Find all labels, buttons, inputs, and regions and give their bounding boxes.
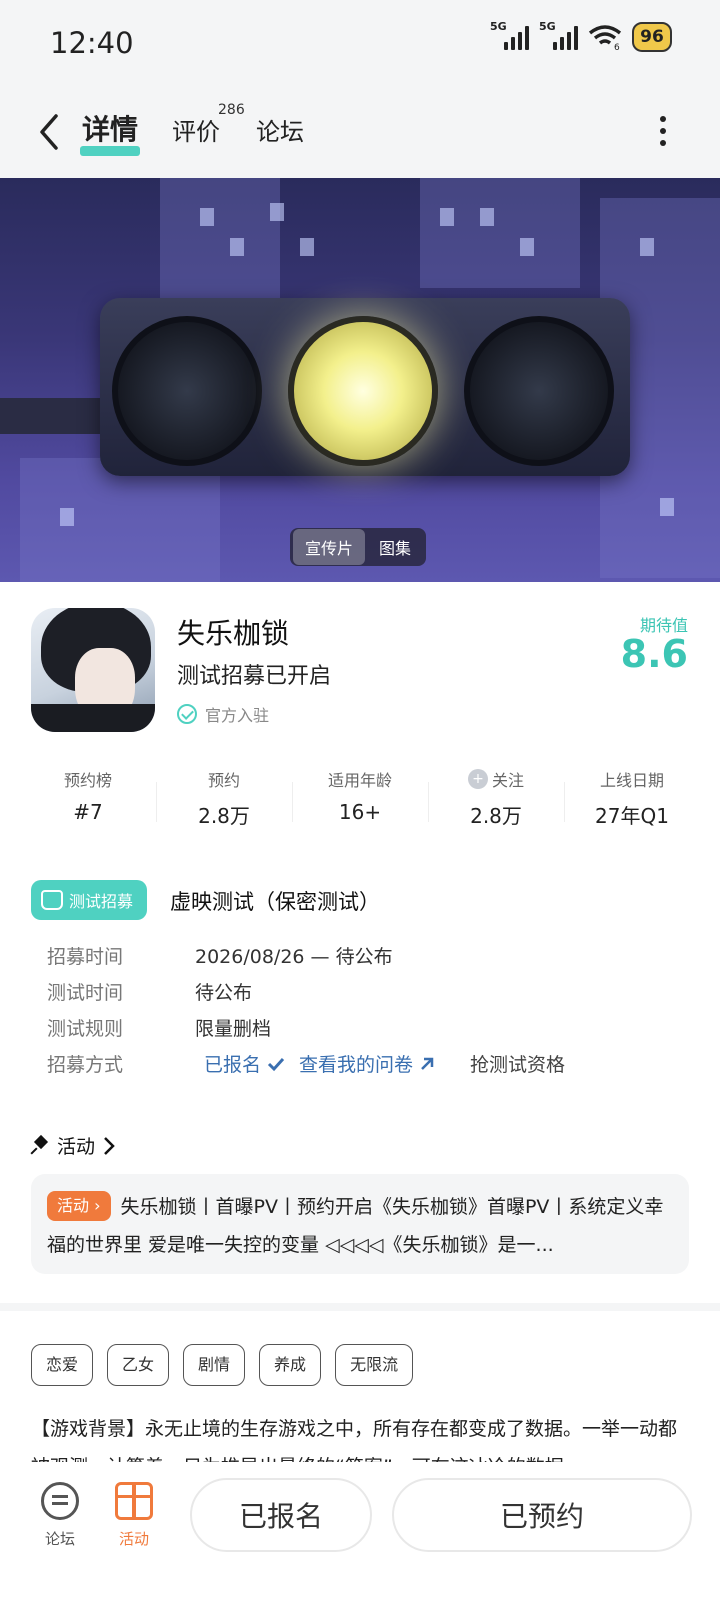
reserved-button[interactable]: 已预约 bbox=[392, 1478, 692, 1552]
stat-release-date: 上线日期 27年Q1 bbox=[564, 768, 700, 829]
signal-icon: 5G bbox=[490, 20, 529, 50]
wifi-icon: 6 bbox=[588, 25, 622, 50]
score-value: 8.6 bbox=[620, 632, 688, 676]
bottom-bar: 论坛 活动 已报名 已预约 bbox=[0, 1462, 720, 1602]
external-arrow-icon bbox=[421, 1057, 434, 1070]
check-icon bbox=[267, 1057, 285, 1071]
tab-forum[interactable]: 论坛 bbox=[256, 112, 304, 147]
recruit-badge: 测试招募 bbox=[31, 880, 148, 920]
activity-text: 失乐枷锁丨首曝PV丨预约开启《失乐枷锁》首曝PV丨系统定义幸福的世界里 爱是唯一… bbox=[47, 1196, 664, 1256]
tag-otome[interactable]: 乙女 bbox=[107, 1344, 170, 1386]
recruit-time-value: 2026/08/26 — 待公布 bbox=[195, 946, 393, 968]
view-questionnaire-link[interactable]: 查看我的问卷 bbox=[299, 1050, 435, 1077]
tab-gallery[interactable]: 图集 bbox=[367, 529, 423, 565]
hero-media[interactable] bbox=[0, 178, 720, 582]
pin-icon bbox=[31, 1137, 49, 1155]
game-description: 【游戏背景】永无止境的生存游戏之中，所有存在都变成了数据。一举一动都被观测、计算… bbox=[31, 1418, 678, 1470]
status-icons: 5G 5G 6 96 bbox=[490, 20, 672, 52]
svg-text:6: 6 bbox=[614, 43, 620, 50]
bottom-activity[interactable]: 活动 bbox=[104, 1482, 164, 1549]
stat-age: 适用年龄 16+ bbox=[292, 768, 428, 829]
stats-row: 预约榜 #7 预约 2.8万 适用年龄 16+ + 关注 2.8万 上线日期 27年Q1 bbox=[20, 768, 700, 829]
battery-icon: 96 bbox=[632, 22, 672, 52]
heart-plus-icon: + bbox=[467, 769, 488, 789]
reviews-count: 286 bbox=[218, 102, 245, 118]
tag-story[interactable]: 剧情 bbox=[183, 1344, 246, 1386]
game-app-icon bbox=[31, 608, 155, 732]
tab-reviews[interactable]: 评价 bbox=[172, 112, 220, 147]
stat-rank[interactable]: 预约榜 #7 bbox=[20, 768, 156, 829]
signed-up-button[interactable]: 已报名 bbox=[190, 1478, 372, 1552]
recruit-method-label: 招募方式 bbox=[47, 1054, 124, 1076]
test-time-value: 待公布 bbox=[195, 982, 253, 1004]
game-title: 失乐枷锁 bbox=[177, 617, 290, 650]
tag-romance[interactable]: 恋爱 bbox=[31, 1344, 94, 1386]
activity-card[interactable]: 活动 › 失乐枷锁丨首曝PV丨预约开启《失乐枷锁》首曝PV丨系统定义幸福的世界里 … bbox=[31, 1174, 689, 1274]
recruit-title: 虚映测试（保密测试） bbox=[170, 890, 380, 914]
media-switch: 宣传片 图集 bbox=[290, 528, 427, 566]
top-nav: 详情 评价 286 论坛 bbox=[0, 88, 720, 178]
recruit-time-label: 招募时间 bbox=[47, 946, 124, 968]
verified-check-icon bbox=[177, 704, 197, 724]
grab-qualification-link[interactable]: 抢测试资格 bbox=[470, 1050, 565, 1077]
back-arrow-icon[interactable] bbox=[34, 110, 64, 154]
traffic-light-image bbox=[100, 298, 630, 476]
status-bar: 12:40 5G 5G 6 96 bbox=[0, 0, 720, 88]
section-divider bbox=[0, 1303, 720, 1311]
test-time-label: 测试时间 bbox=[47, 982, 124, 1004]
game-subtitle: 测试招募已开启 bbox=[177, 664, 332, 689]
activity-header[interactable]: 活动 bbox=[31, 1132, 115, 1159]
clock: 12:40 bbox=[50, 26, 134, 60]
more-options-icon[interactable] bbox=[660, 116, 666, 152]
activity-tag: 活动 › bbox=[47, 1191, 111, 1221]
stat-reservations: 预约 2.8万 bbox=[156, 768, 292, 829]
tab-trailer[interactable]: 宣传片 bbox=[293, 529, 366, 565]
official-badge: 官方入驻 bbox=[177, 702, 269, 726]
signed-up-link[interactable]: 已报名 bbox=[204, 1050, 285, 1077]
tag-nurture[interactable]: 养成 bbox=[259, 1344, 322, 1386]
test-icon bbox=[41, 890, 63, 910]
signal-icon: 5G bbox=[539, 20, 578, 50]
tag-infinite[interactable]: 无限流 bbox=[335, 1344, 414, 1386]
bottom-forum[interactable]: 论坛 bbox=[30, 1482, 90, 1549]
tab-details[interactable]: 详情 bbox=[82, 108, 138, 148]
chevron-right-icon bbox=[104, 1136, 115, 1155]
genre-tags: 恋爱 乙女 剧情 养成 无限流 bbox=[31, 1344, 414, 1386]
test-rule-value: 限量删档 bbox=[195, 1018, 272, 1040]
stat-follow[interactable]: + 关注 2.8万 bbox=[428, 768, 564, 829]
chat-icon bbox=[41, 1482, 79, 1520]
test-rule-label: 测试规则 bbox=[47, 1018, 124, 1040]
gift-icon bbox=[115, 1482, 153, 1520]
